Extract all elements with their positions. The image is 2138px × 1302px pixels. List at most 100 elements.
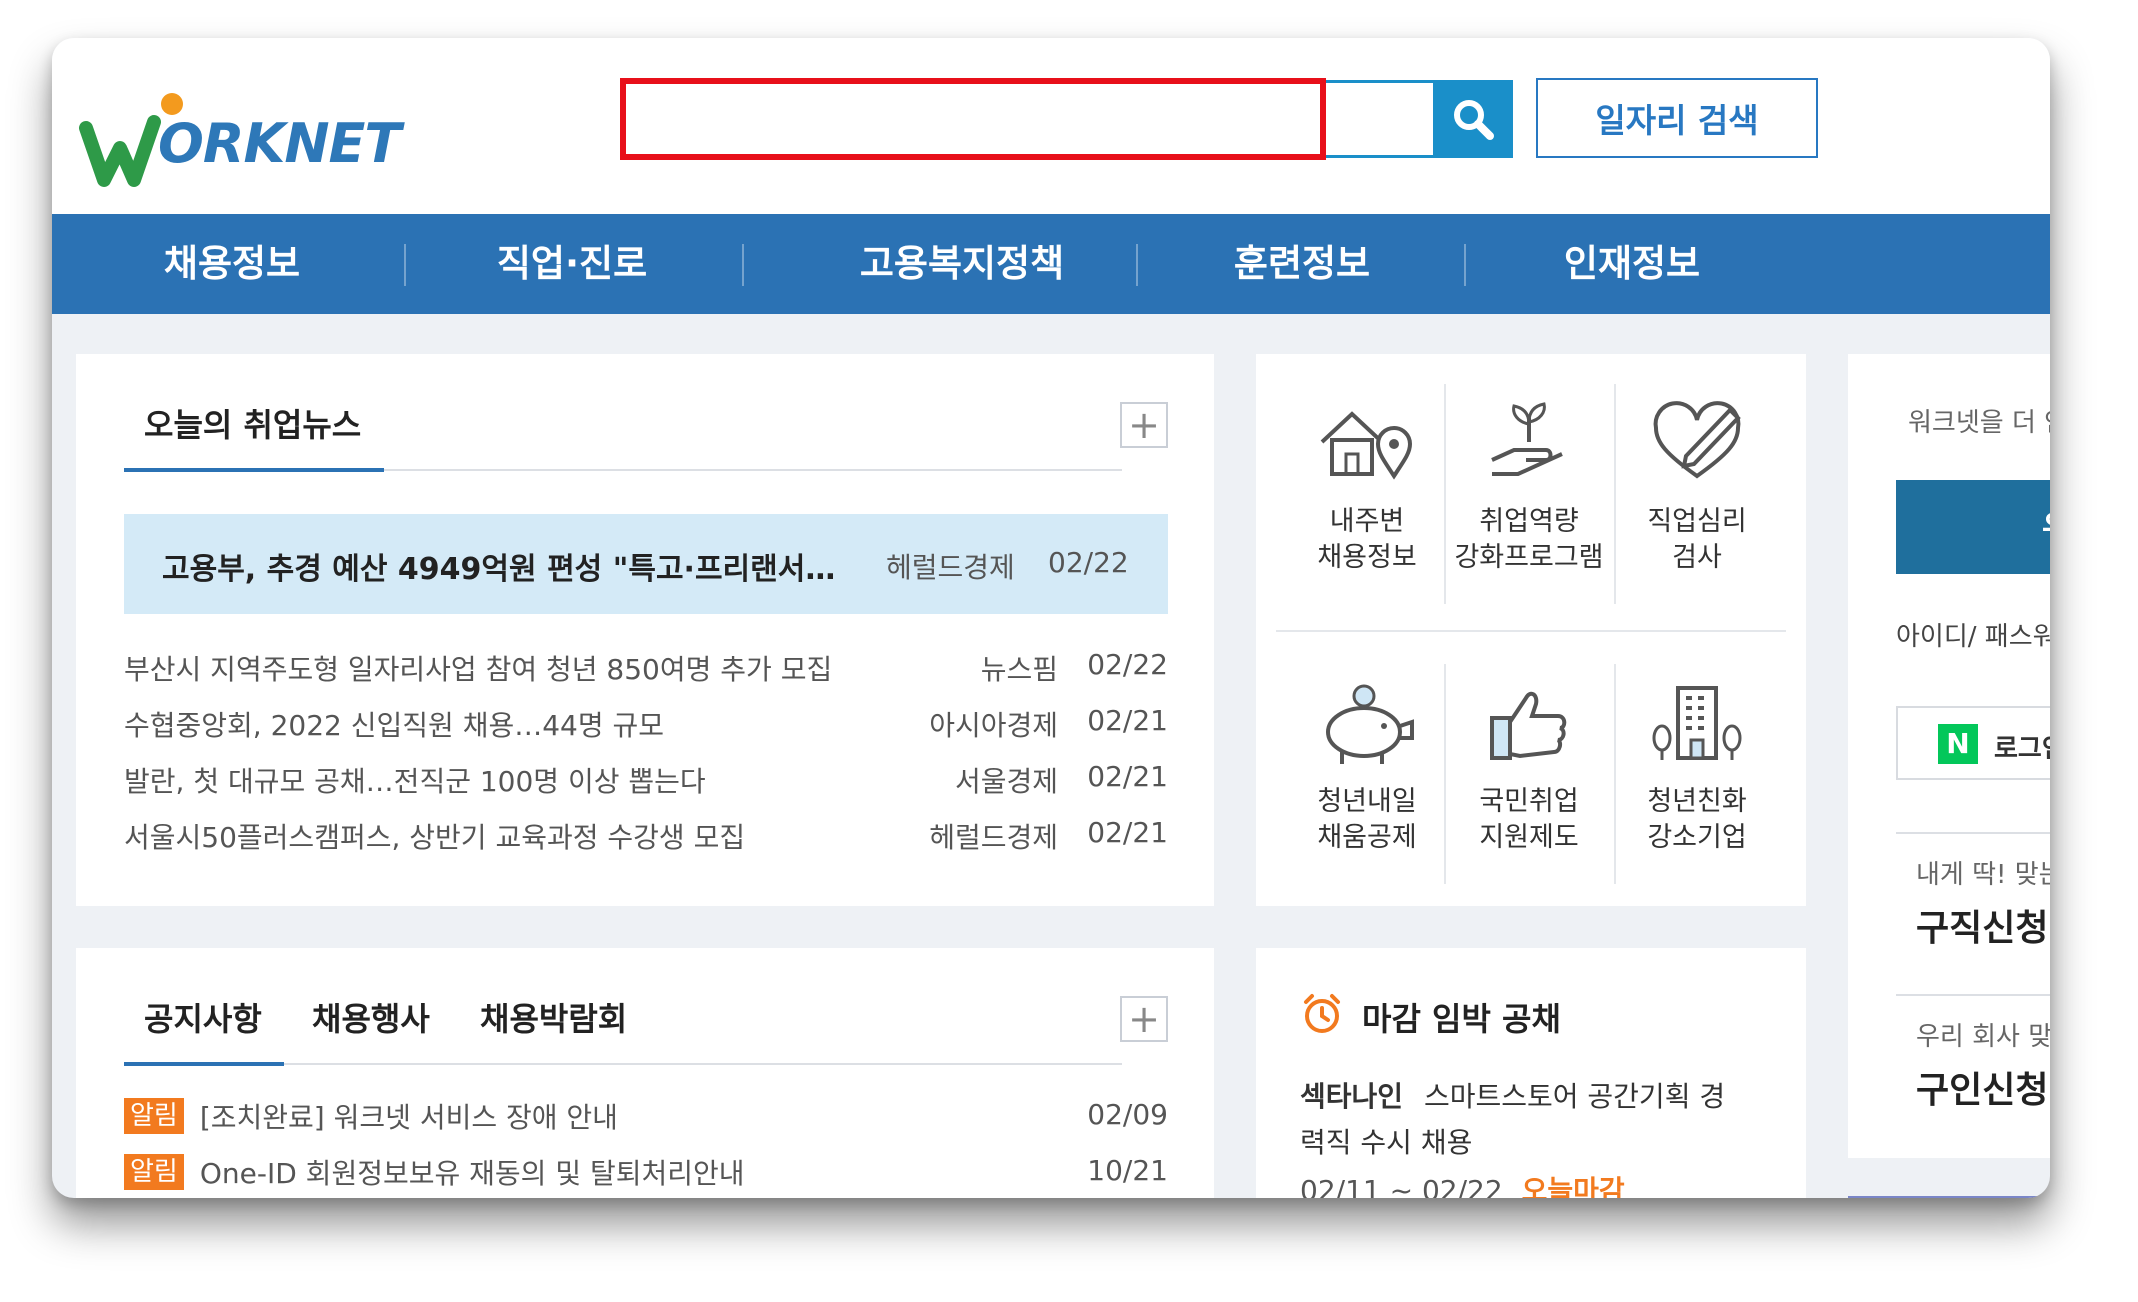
news-title-underline: [124, 468, 384, 472]
id-password-link[interactable]: 아이디/ 패스워: [1896, 616, 2050, 653]
service-label: 강화프로그램: [1454, 542, 1604, 573]
job-seek-title: 구직신청: [1916, 908, 2049, 949]
headline-title: 고용부, 추경 예산 4949억원 편성 "특고·프리랜서…: [162, 552, 836, 587]
service-label: 청년친화: [1647, 786, 1747, 817]
headline-date: 02/22: [1048, 546, 1129, 579]
heart-pen-icon: [1653, 401, 1741, 479]
divider: [1444, 384, 1446, 604]
deadline-status: 오늘마감: [1521, 1174, 1625, 1198]
deadline-title: 마감 임박 공채: [1362, 1000, 1561, 1038]
service-label: 국민취업: [1479, 786, 1579, 817]
plant-hand-icon: [1491, 402, 1563, 476]
tab-recruit-events[interactable]: 채용행사: [312, 994, 430, 1040]
thumbs-up-icon: [1490, 691, 1567, 760]
nav-divider: [404, 244, 406, 286]
naver-login-label: 로그인: [1994, 734, 2050, 764]
divider: [1276, 630, 1786, 632]
service-label: 강소기업: [1647, 822, 1747, 853]
news-item-source: 뉴스핌: [980, 653, 1058, 686]
building-icon: [1652, 686, 1742, 760]
service-youth-friendly-sme[interactable]: 청년친화강소기업: [1622, 678, 1772, 856]
service-label: 채움공제: [1317, 822, 1417, 853]
notice-item-title: One-ID 회원정보보유 재동의 및 탈퇴처리안내: [199, 1157, 745, 1190]
alert-badge: 알림: [124, 1098, 184, 1134]
main-nav: 채용정보 직업·진로 고용복지정책 훈련정보 인재정보: [52, 214, 2050, 314]
news-item-source: 헤럴드경제: [929, 821, 1058, 854]
nav-item-talent-info[interactable]: 인재정보: [1512, 214, 1752, 314]
search-button[interactable]: [1433, 80, 1513, 158]
news-item[interactable]: 발란, 첫 대규모 공채…전직군 100명 이상 뽑는다 서울경제 02/21: [124, 760, 1168, 810]
news-item-date: 02/21: [1087, 704, 1168, 737]
divider: [1614, 384, 1616, 604]
nav-item-training-info[interactable]: 훈련정보: [1182, 214, 1422, 314]
side-intro: 워크넷을 더 안: [1908, 408, 2050, 438]
news-item-title: 서울시50플러스캠퍼스, 상반기 교육과정 수강생 모집: [124, 821, 746, 854]
job-offer-title: 구인신청: [1916, 1070, 2049, 1111]
service-nearby-jobs[interactable]: 내주변 채용정보: [1292, 398, 1442, 576]
divider: [1896, 994, 2050, 996]
divider: [1614, 664, 1616, 884]
service-national-employment-support[interactable]: 국민취업지원제도: [1454, 678, 1604, 856]
nav-item-employment-welfare[interactable]: 고용복지정책: [812, 214, 1112, 314]
news-more-button[interactable]: +: [1120, 402, 1168, 448]
service-employability-program[interactable]: 취업역량강화프로그램: [1454, 398, 1604, 576]
alert-badge: 알림: [124, 1154, 184, 1190]
nav-item-recruit-info[interactable]: 채용정보: [112, 214, 352, 314]
naver-login-button[interactable]: N 로그인: [1896, 706, 2050, 780]
job-seek-sub: 내게 딱! 맞는: [1916, 860, 2050, 890]
news-item[interactable]: 서울시50플러스캠퍼스, 상반기 교육과정 수강생 모집 헤럴드경제 02/21: [124, 816, 1168, 866]
side-bottom-strip: [1848, 1196, 2050, 1198]
search-icon: [1454, 100, 1494, 140]
job-search-button[interactable]: 일자리 검색: [1536, 78, 1818, 158]
login-button-label: 우: [2042, 508, 2050, 546]
job-offer-sub: 우리 회사 맞: [1916, 1022, 2050, 1052]
logo-text: ORKNET: [158, 112, 401, 175]
nav-item-job-career[interactable]: 직업·진로: [452, 214, 692, 314]
notice-item[interactable]: 알림 [조치완료] 워크넷 서비스 장애 안내 02/09: [124, 1096, 1168, 1146]
service-youth-savings[interactable]: 청년내일 채움공제: [1292, 678, 1442, 856]
news-item-date: 02/21: [1087, 760, 1168, 793]
deadline-job-item[interactable]: 섹타나인 스마트스토어 공간기획 경 력직 수시 채용 02/11 ~ 02/2…: [1300, 1074, 1780, 1198]
news-item[interactable]: 부산시 지역주도형 일자리사업 참여 청년 850여명 추가 모집 뉴스핌 02…: [124, 648, 1168, 698]
news-item-date: 02/22: [1087, 648, 1168, 681]
naver-icon: N: [1938, 724, 1978, 764]
news-item-source: 서울경제: [954, 765, 1058, 798]
news-item[interactable]: 수협중앙회, 2022 신입직원 채용…44명 규모 아시아경제 02/21: [124, 704, 1168, 754]
service-label: 채용정보: [1317, 542, 1417, 573]
job-offer-link[interactable]: 우리 회사 맞 구인신청: [1916, 1016, 2050, 1113]
service-label: 취업역량: [1479, 506, 1579, 537]
house-location-icon: [1320, 411, 1413, 480]
news-item-title: 수협중앙회, 2022 신입직원 채용…44명 규모: [124, 709, 665, 742]
news-title[interactable]: 오늘의 취업뉴스: [144, 400, 361, 446]
divider: [384, 469, 1122, 471]
nav-divider: [1136, 244, 1138, 286]
deadline-job-title: 스마트스토어 공간기획 경: [1423, 1080, 1726, 1113]
notice-item[interactable]: 알림 One-ID 회원정보보유 재동의 및 탈퇴처리안내 10/21: [124, 1152, 1168, 1198]
login-button[interactable]: 우: [1896, 480, 2050, 574]
nav-divider: [742, 244, 744, 286]
service-psych-test[interactable]: 직업심리 검사: [1622, 398, 1772, 576]
job-seek-link[interactable]: 내게 딱! 맞는 구직신청: [1916, 854, 2050, 951]
headline-source: 헤럴드경제: [886, 551, 1015, 584]
deadline-card: 마감 임박 공채 섹타나인 스마트스토어 공간기획 경 력직 수시 채용 02/…: [1256, 948, 1806, 1198]
deadline-job-title-cont: 력직 수시 채용: [1300, 1126, 1473, 1159]
search-input[interactable]: [620, 80, 1485, 158]
tab-notice[interactable]: 공지사항: [144, 994, 262, 1040]
worknet-logo[interactable]: ORKNET: [72, 78, 412, 188]
news-card: 오늘의 취업뉴스 + 고용부, 추경 예산 4949억원 편성 "특고·프리랜서…: [76, 354, 1214, 906]
services-card: 내주변 채용정보 취업역량 강화프로그램 직업심리 검사 청년내일 채움공제 국…: [1256, 354, 1806, 906]
news-headline[interactable]: 고용부, 추경 예산 4949억원 편성 "특고·프리랜서… 헤럴드경제 02/…: [124, 514, 1168, 614]
divider: [1896, 832, 2050, 834]
divider: [284, 1063, 1122, 1065]
news-item-title: 부산시 지역주도형 일자리사업 참여 청년 850여명 추가 모집: [124, 653, 833, 686]
divider: [1444, 664, 1446, 884]
tab-job-fairs[interactable]: 채용박람회: [480, 994, 627, 1040]
nav-divider: [1464, 244, 1466, 286]
service-label: 지원제도: [1479, 822, 1579, 853]
news-item-source: 아시아경제: [929, 709, 1058, 742]
news-item-title: 발란, 첫 대규모 공채…전직군 100명 이상 뽑는다: [124, 765, 706, 798]
alarm-clock-icon: [1304, 994, 1340, 1033]
browser-frame: ORKNET 일자리 검색 채용정보 직업·진로 고용복지정책 훈련정보 인재정…: [52, 38, 2050, 1198]
notice-card: 공지사항 채용행사 채용박람회 + 알림 [조치완료] 워크넷 서비스 장애 안내…: [76, 948, 1214, 1198]
notice-more-button[interactable]: +: [1120, 996, 1168, 1042]
